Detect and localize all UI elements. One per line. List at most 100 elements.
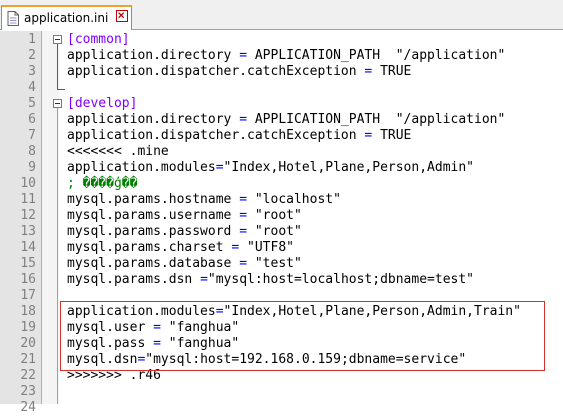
code-line: 9 application.modules="Index,Hotel,Plane,… bbox=[0, 160, 563, 176]
close-icon[interactable] bbox=[116, 10, 128, 22]
token-op: = bbox=[364, 128, 381, 143]
code-text: application.directory = APPLICATION_PATH… bbox=[67, 48, 505, 64]
line-number: 23 bbox=[20, 384, 36, 399]
token-str: "Index,Hotel,Plane,Person,Admin" bbox=[223, 160, 474, 175]
code-line: 23 bbox=[0, 384, 563, 400]
code-line: 11 mysql.params.hostname = "localhost" bbox=[0, 192, 563, 208]
line-number: 11 bbox=[20, 192, 36, 207]
token-str: "localhost" bbox=[254, 192, 341, 207]
token-sec: [develop] bbox=[67, 96, 138, 111]
line-number: 16 bbox=[20, 272, 36, 287]
line-number: 10 bbox=[20, 176, 36, 191]
code-text: application.dispatcher.catchException = … bbox=[67, 64, 411, 80]
code-text: mysql.params.password = "root" bbox=[67, 224, 302, 240]
code-line: 13 mysql.params.password = "root" bbox=[0, 224, 563, 240]
fold-toggle-common[interactable] bbox=[53, 35, 62, 44]
token-str: "test" bbox=[254, 256, 302, 271]
tab-label: application.ini bbox=[24, 11, 109, 25]
token-op: = bbox=[200, 272, 208, 287]
code-text: application.directory = APPLICATION_PATH… bbox=[67, 112, 505, 128]
line-number: 18 bbox=[20, 304, 36, 319]
token-key: <<<<<<< .mine bbox=[67, 144, 169, 159]
line-number: 7 bbox=[28, 128, 36, 143]
fold-guide-develop bbox=[57, 108, 58, 404]
token-op: = bbox=[239, 256, 255, 271]
token-key: mysql.params.charset bbox=[67, 240, 232, 255]
code-editor[interactable]: 1 [common] 2 application.directory = APPLIC… bbox=[0, 31, 563, 415]
line-number: 12 bbox=[20, 208, 36, 223]
code-text: application.modules="Index,Hotel,Plane,P… bbox=[67, 160, 474, 176]
line-number: 4 bbox=[28, 80, 36, 95]
code-text: mysql.params.username = "root" bbox=[67, 208, 302, 224]
code-text: mysql.params.hostname = "localhost" bbox=[67, 192, 341, 208]
token-str: APPLICATION_PATH "/application" bbox=[254, 48, 506, 63]
token-key: application.directory bbox=[67, 112, 240, 127]
token-op: = bbox=[364, 64, 381, 79]
line-number: 5 bbox=[28, 96, 36, 111]
token-op: = bbox=[239, 208, 255, 223]
token-op: = bbox=[239, 192, 255, 207]
code-line: 8 <<<<<<< .mine bbox=[0, 144, 563, 160]
line-number: 17 bbox=[20, 288, 36, 303]
token-str: "mysql:host=localhost;dbname=test" bbox=[207, 272, 474, 287]
code-line: 10 ; ����ģ�� bbox=[0, 176, 563, 192]
token-op: = bbox=[239, 112, 255, 127]
token-key: mysql.params.username bbox=[67, 208, 240, 223]
line-number: 8 bbox=[28, 144, 36, 159]
token-op: = bbox=[231, 240, 248, 255]
highlight-annotation-box bbox=[60, 301, 545, 371]
code-text: ; ����ģ�� bbox=[67, 176, 137, 192]
token-key: mysql.params.hostname bbox=[67, 192, 240, 207]
fold-guide-common bbox=[57, 44, 58, 89]
code-line: 1 [common] bbox=[0, 32, 563, 48]
token-cmt: ; ����ģ�� bbox=[67, 176, 138, 191]
token-key: application.dispatcher.catchException bbox=[67, 128, 365, 143]
line-number: 14 bbox=[20, 240, 36, 255]
code-line: 3 application.dispatcher.catchException =… bbox=[0, 64, 563, 80]
token-str: "UTF8" bbox=[247, 240, 294, 255]
code-line: 16 mysql.params.dsn ="mysql:host=localhos… bbox=[0, 272, 563, 288]
code-text: [develop] bbox=[67, 96, 137, 112]
line-number: 24 bbox=[20, 400, 36, 415]
tab-application-ini[interactable]: application.ini bbox=[1, 5, 132, 30]
line-number: 19 bbox=[20, 320, 36, 335]
line-number: 21 bbox=[20, 352, 36, 367]
code-line: 7 application.dispatcher.catchException =… bbox=[0, 128, 563, 144]
line-number: 13 bbox=[20, 224, 36, 239]
code-text: mysql.params.database = "test" bbox=[67, 256, 302, 272]
line-number: 15 bbox=[20, 256, 36, 271]
token-str: TRUE bbox=[380, 64, 412, 79]
file-icon bbox=[7, 11, 19, 26]
token-op: = bbox=[239, 48, 255, 63]
fold-end-common bbox=[57, 89, 65, 90]
token-str: TRUE bbox=[380, 128, 412, 143]
line-number: 1 bbox=[28, 32, 36, 47]
code-line: 14 mysql.params.charset = "UTF8" bbox=[0, 240, 563, 256]
line-number: 22 bbox=[20, 368, 36, 383]
token-str: APPLICATION_PATH "/application" bbox=[254, 112, 506, 127]
token-op: = bbox=[215, 160, 224, 175]
code-text: <<<<<<< .mine bbox=[67, 144, 169, 160]
code-line: 12 mysql.params.username = "root" bbox=[0, 208, 563, 224]
code-text: [common] bbox=[67, 32, 130, 48]
code-line: 15 mysql.params.database = "test" bbox=[0, 256, 563, 272]
fold-toggle-develop[interactable] bbox=[53, 99, 62, 108]
token-key: mysql.params.password bbox=[67, 224, 240, 239]
token-key: application.directory bbox=[67, 48, 240, 63]
token-sec: [common] bbox=[67, 32, 130, 47]
line-number: 2 bbox=[28, 48, 36, 63]
code-text: mysql.params.charset = "UTF8" bbox=[67, 240, 294, 256]
token-key: application.dispatcher.catchException bbox=[67, 64, 365, 79]
token-key: application.modules bbox=[67, 160, 216, 175]
line-number: 20 bbox=[20, 336, 36, 351]
token-str: "root" bbox=[254, 224, 302, 239]
code-line: 24 bbox=[0, 400, 563, 416]
line-number: 3 bbox=[28, 64, 36, 79]
token-key: mysql.params.dsn bbox=[67, 272, 201, 287]
token-str: "root" bbox=[254, 208, 302, 223]
line-number: 9 bbox=[28, 160, 36, 175]
code-line: 6 application.directory = APPLICATION_PAT… bbox=[0, 112, 563, 128]
token-op: = bbox=[239, 224, 255, 239]
line-number: 6 bbox=[28, 112, 36, 127]
code-line: 2 application.directory = APPLICATION_PAT… bbox=[0, 48, 563, 64]
